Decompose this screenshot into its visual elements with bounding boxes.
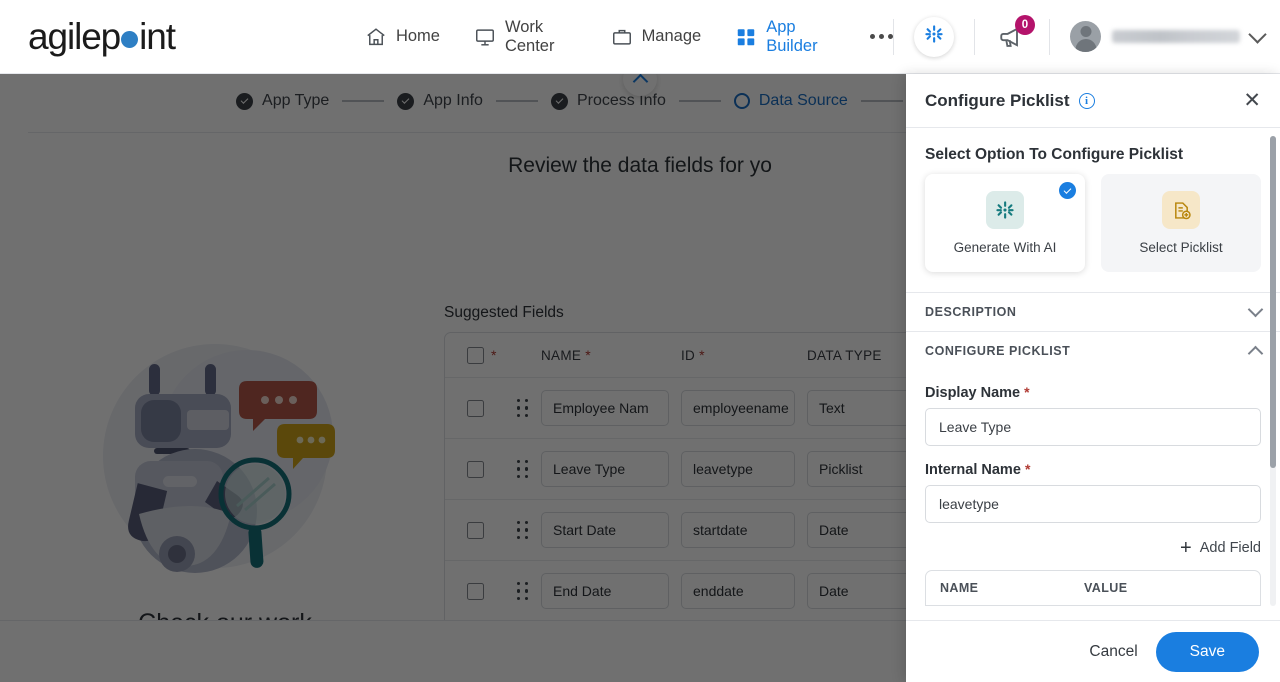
- header-right-cluster: 0: [893, 0, 1280, 73]
- nav-overflow-menu-button[interactable]: [870, 34, 893, 39]
- internal-name-input[interactable]: leavetype: [925, 485, 1261, 523]
- display-name-input[interactable]: Leave Type: [925, 408, 1261, 446]
- dot-1-icon: [870, 34, 875, 39]
- internal-name-label: Internal Name *: [925, 461, 1261, 478]
- panel-header: Configure Picklist i ✕: [906, 74, 1280, 128]
- header-divider-3: [1049, 18, 1050, 55]
- main-nav: Home Work Center Manage App Builder: [365, 18, 893, 56]
- accordion-label-configure-picklist: CONFIGURE PICKLIST: [925, 344, 1071, 358]
- panel-scrollbar[interactable]: [1270, 136, 1276, 606]
- option-label-generate-with-ai: Generate With AI: [953, 240, 1057, 255]
- home-icon: [365, 26, 387, 48]
- panel-title: Configure Picklist: [925, 90, 1070, 110]
- chevron-down-icon: [1247, 301, 1264, 318]
- option-label-select-picklist: Select Picklist: [1139, 240, 1223, 255]
- internal-name-required-asterisk: *: [1024, 461, 1031, 477]
- internal-name-label-text: Internal Name: [925, 462, 1021, 478]
- option-card-generate-with-ai[interactable]: Generate With AI: [925, 174, 1085, 272]
- save-button[interactable]: Save: [1155, 631, 1259, 672]
- monitor-icon: [474, 26, 496, 48]
- user-name-label: [1112, 30, 1240, 43]
- grid-icon: [735, 26, 757, 48]
- nav-item-manage[interactable]: Manage: [611, 26, 702, 48]
- nav-label-app-builder: App Builder: [766, 17, 818, 55]
- document-add-icon: [1162, 191, 1200, 229]
- panel-footer: Cancel Save: [906, 620, 1280, 682]
- chevron-down-icon: [1248, 25, 1267, 44]
- option-card-select-picklist[interactable]: Select Picklist: [1101, 174, 1261, 272]
- announcement-count-badge: 0: [1015, 14, 1035, 35]
- announcements-button[interactable]: 0: [997, 14, 1035, 52]
- briefcase-icon: [611, 26, 633, 48]
- ai-pinwheel-icon: [923, 23, 945, 50]
- picklist-option-cards: Generate With AI Select Picklist: [906, 174, 1280, 292]
- picklist-column-header-name: NAME: [940, 581, 979, 595]
- ai-assistant-button[interactable]: [914, 16, 954, 57]
- nav-label-work-center: Work Center: [504, 17, 555, 55]
- picklist-values-table: NAME VALUE: [925, 570, 1261, 606]
- nav-item-app-builder[interactable]: App Builder: [735, 18, 832, 56]
- picklist-column-header-value: VALUE: [1084, 581, 1128, 595]
- logo-text-right: int: [139, 15, 176, 57]
- accordion-configure-picklist[interactable]: CONFIGURE PICKLIST: [906, 331, 1280, 370]
- close-icon[interactable]: ✕: [1243, 90, 1261, 111]
- accordion-label-description: DESCRIPTION: [925, 305, 1017, 319]
- avatar: [1070, 21, 1101, 52]
- top-navigation-bar: agilep int Home Work Center Manage App B…: [0, 0, 1280, 74]
- nav-item-work-center[interactable]: Work Center: [474, 18, 577, 56]
- megaphone-icon: [997, 26, 1027, 56]
- display-name-label: Display Name *: [925, 384, 1261, 401]
- cancel-button[interactable]: Cancel: [1089, 643, 1137, 661]
- add-field-button[interactable]: + Add Field: [925, 538, 1261, 558]
- display-name-label-text: Display Name: [925, 385, 1021, 401]
- selected-check-icon: [1059, 182, 1076, 199]
- plus-icon: +: [1180, 537, 1192, 559]
- select-option-label: Select Option To Configure Picklist: [925, 146, 1184, 163]
- dot-2-icon: [879, 34, 884, 39]
- modal-dim-overlay[interactable]: [0, 74, 906, 682]
- nav-label-manage: Manage: [641, 27, 702, 45]
- panel-body: Select Option To Configure Picklist Gene…: [906, 128, 1280, 620]
- nav-item-home[interactable]: Home: [365, 26, 440, 48]
- accordion-description[interactable]: DESCRIPTION: [906, 292, 1280, 331]
- ai-pinwheel-icon: [986, 191, 1024, 229]
- agilepoint-logo[interactable]: agilep int: [28, 15, 176, 58]
- logo-dot-icon: [121, 30, 139, 48]
- configure-picklist-panel: Configure Picklist i ✕ Select Option To …: [906, 74, 1280, 682]
- user-menu[interactable]: [1070, 21, 1267, 52]
- add-field-label: Add Field: [1199, 540, 1261, 556]
- header-divider-2: [974, 18, 975, 55]
- display-name-required-asterisk: *: [1024, 384, 1030, 400]
- configure-picklist-form: Display Name * Leave Type Internal Name …: [906, 370, 1280, 606]
- chevron-up-icon: [1247, 345, 1264, 362]
- logo-text-left: agilep: [28, 15, 121, 57]
- app-root: agilep int Home Work Center Manage App B…: [0, 0, 1280, 682]
- header-divider-1: [893, 18, 894, 55]
- info-icon[interactable]: i: [1078, 92, 1095, 109]
- nav-label-home: Home: [395, 27, 440, 45]
- panel-scrollbar-thumb[interactable]: [1270, 136, 1276, 468]
- picklist-values-header-row: NAME VALUE: [926, 571, 1260, 605]
